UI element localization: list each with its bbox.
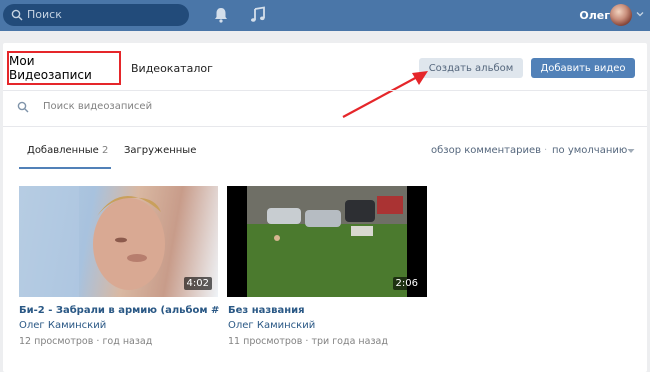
global-search-placeholder: Поиск — [27, 8, 62, 21]
video-author[interactable]: Олег Каминский — [19, 320, 106, 331]
create-album-label: Создать альбом — [428, 62, 514, 74]
separator-dot: · — [96, 336, 100, 347]
subtab-added-label: Добавленные — [27, 145, 99, 156]
separator-dot: · — [305, 336, 309, 347]
tab-video-catalog[interactable]: Видеокаталог — [131, 62, 213, 75]
subtab-uploaded[interactable]: Загруженные — [124, 145, 196, 156]
add-video-button[interactable]: Добавить видео — [531, 58, 635, 78]
top-bar: Поиск Олег — [0, 0, 650, 31]
bell-icon[interactable] — [212, 6, 230, 24]
subtab-added-count: 2 — [101, 145, 109, 156]
video-meta: 12 просмотров · год назад — [19, 336, 152, 347]
music-icon[interactable] — [249, 6, 267, 24]
comments-review-link[interactable]: обзор комментариев — [431, 145, 541, 156]
global-search[interactable]: Поиск — [3, 4, 189, 26]
divider — [3, 126, 647, 127]
video-title[interactable]: Без названия — [228, 305, 428, 316]
video-duration: 4:02 — [183, 277, 212, 290]
video-thumbnail[interactable]: 2:06 — [227, 186, 427, 297]
annotation-arrow — [342, 71, 428, 118]
tab-my-videos-label: Мои Видеозаписи — [9, 54, 92, 82]
video-upload-time: год назад — [102, 336, 153, 347]
video-meta: 11 просмотров · три года назад — [228, 336, 388, 347]
active-subtab-indicator — [19, 167, 111, 169]
avatar[interactable] — [610, 4, 632, 26]
search-icon — [11, 9, 23, 21]
chevron-down-icon[interactable] — [627, 148, 635, 154]
video-title[interactable]: Би-2 - Забрали в армию (альбом #16пл... — [19, 305, 219, 316]
search-icon — [17, 101, 29, 113]
subtab-added[interactable]: Добавленные 2 — [27, 145, 108, 156]
create-album-button[interactable]: Создать альбом — [419, 58, 523, 78]
sort-dropdown[interactable]: по умолчанию — [552, 145, 627, 156]
chevron-down-icon[interactable] — [636, 10, 644, 18]
video-views: 12 просмотров — [19, 336, 94, 347]
tab-my-videos[interactable]: Мои Видеозаписи — [7, 51, 121, 85]
user-name[interactable]: Олег — [579, 9, 610, 22]
divider — [3, 90, 647, 91]
video-author[interactable]: Олег Каминский — [228, 320, 315, 331]
video-views: 11 просмотров — [228, 336, 303, 347]
separator-dot: · — [544, 145, 548, 156]
video-upload-time: три года назад — [311, 336, 388, 347]
videos-panel: Мои Видеозаписи Видеокаталог Создать аль… — [3, 43, 647, 372]
video-search-input[interactable]: Поиск видеозаписей — [43, 101, 152, 112]
video-duration: 2:06 — [392, 277, 421, 290]
add-video-label: Добавить видео — [540, 62, 626, 74]
video-thumbnail[interactable]: 4:02 — [19, 186, 218, 297]
